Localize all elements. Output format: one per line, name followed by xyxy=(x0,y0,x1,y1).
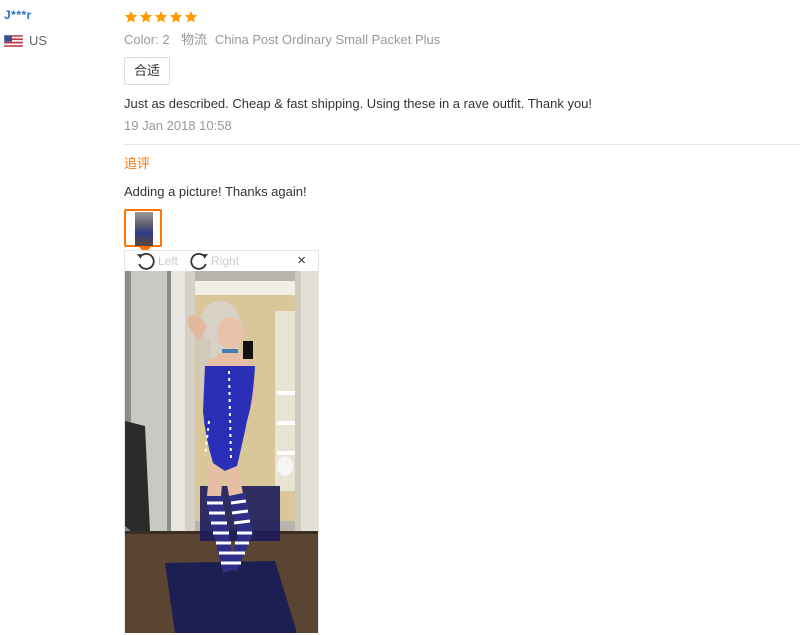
order-meta: Color: 2 物流 China Post Ordinary Small Pa… xyxy=(124,31,800,49)
followup-label: 追评 xyxy=(124,156,151,171)
star-rating xyxy=(124,8,800,26)
divider xyxy=(124,144,800,145)
followup-text: Adding a picture! Thanks again! xyxy=(124,184,307,199)
rotate-left-icon xyxy=(137,253,155,270)
rotate-right-button[interactable]: Right xyxy=(188,251,239,271)
review-item: J***r US Color: 2 物流 China Post Ordinary… xyxy=(0,0,800,635)
star-icon xyxy=(154,10,168,23)
rotate-right-icon xyxy=(190,253,209,270)
review-text: Just as described. Cheap & fast shipping… xyxy=(124,96,593,111)
review-content: Color: 2 物流 China Post Ordinary Small Pa… xyxy=(124,8,800,635)
rotate-right-label: Right xyxy=(211,254,240,268)
color-value: 2 xyxy=(162,32,170,47)
star-icon xyxy=(169,10,183,23)
review-date: 19 Jan 2018 10:58 xyxy=(124,118,232,133)
shipping-value: China Post Ordinary Small Packet Plus xyxy=(214,32,441,47)
rotate-left-button[interactable]: Left xyxy=(135,251,178,271)
us-flag-icon xyxy=(4,34,23,47)
star-icon xyxy=(139,10,153,23)
shipping-label: 物流 xyxy=(181,32,208,47)
rotate-left-label: Left xyxy=(158,254,179,268)
customer-photo xyxy=(125,271,318,633)
photo-viewer: Left Right × xyxy=(124,250,319,635)
fit-tag: 合适 xyxy=(124,57,171,85)
photo-thumbnail[interactable] xyxy=(124,209,162,253)
star-icon xyxy=(124,10,138,23)
country-code: US xyxy=(29,33,48,48)
color-label: Color: xyxy=(124,32,159,47)
reviewer-country: US xyxy=(4,33,114,48)
reviewer-info: J***r US xyxy=(4,8,114,48)
thumbnail-image xyxy=(135,212,153,246)
viewer-toolbar: Left Right × xyxy=(125,251,318,271)
star-icon xyxy=(184,10,198,23)
reviewer-name: J***r xyxy=(4,8,32,22)
close-icon[interactable]: × xyxy=(297,253,306,269)
